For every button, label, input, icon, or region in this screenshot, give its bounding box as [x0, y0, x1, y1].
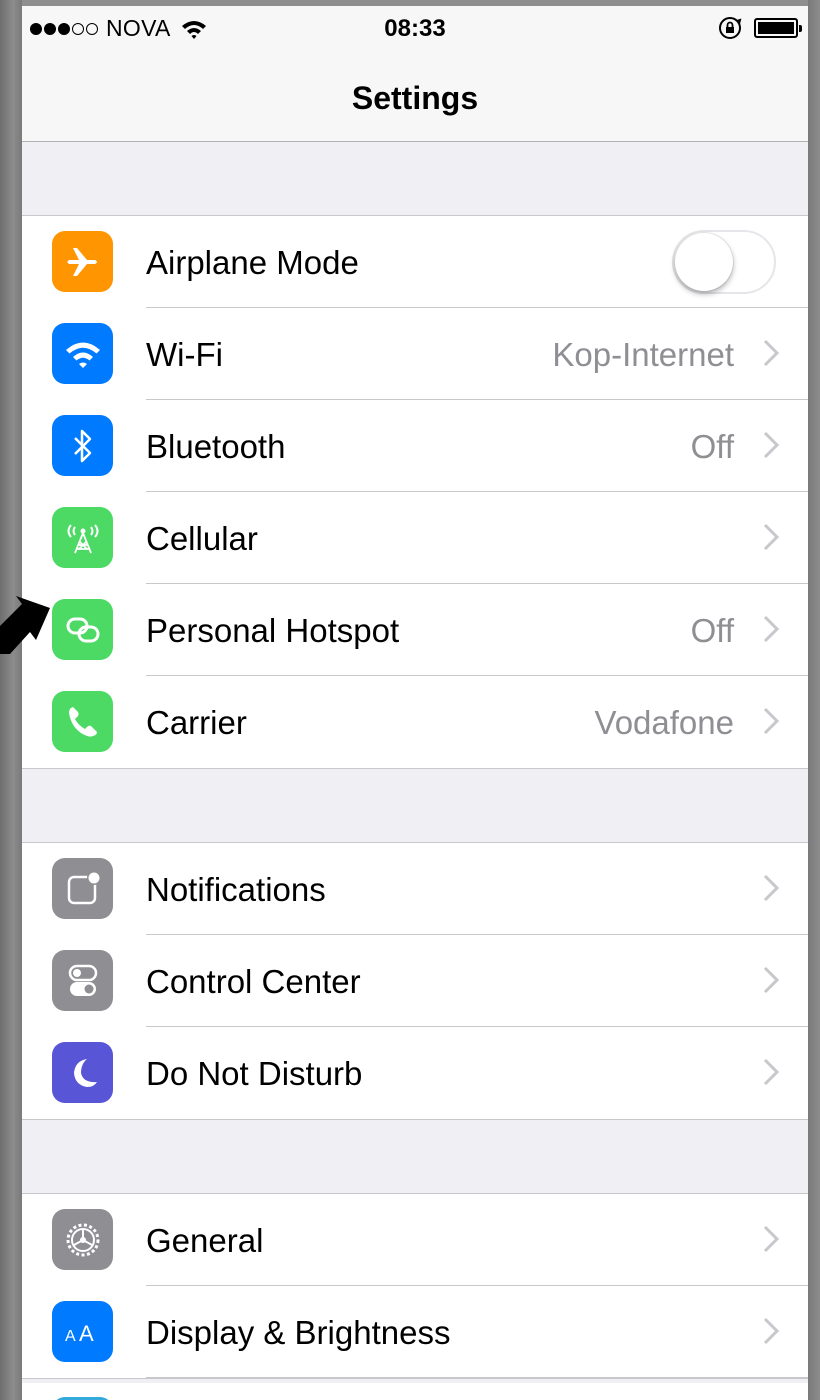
control-center-icon	[52, 950, 113, 1011]
toggle-knob	[675, 233, 733, 291]
settings-row-do-not-disturb[interactable]: Do Not Disturb	[22, 1027, 808, 1119]
chevron-right-icon	[763, 339, 780, 367]
pointer-arrow-icon	[0, 596, 50, 654]
settings-group-general: General A A Display & Brightness	[22, 1193, 808, 1379]
settings-row-label: Airplane Mode	[146, 244, 359, 281]
settings-row-label: Carrier	[146, 704, 247, 741]
settings-row-label: Display & Brightness	[146, 1314, 451, 1351]
chevron-right-icon	[763, 707, 780, 735]
chevron-right-icon	[763, 966, 780, 994]
settings-row-label: Wi-Fi	[146, 336, 223, 373]
settings-row-personal-hotspot[interactable]: Personal Hotspot Off	[22, 584, 808, 676]
phone-icon	[52, 691, 113, 752]
airplane-mode-toggle[interactable]	[672, 230, 776, 294]
settings-row-carrier[interactable]: Carrier Vodafone	[22, 676, 808, 768]
device-frame-left	[0, 0, 22, 1400]
settings-row-display-brightness[interactable]: A A Display & Brightness	[22, 1286, 808, 1378]
settings-row-bluetooth[interactable]: Bluetooth Off	[22, 400, 808, 492]
settings-row-partial[interactable]	[22, 1383, 808, 1400]
settings-row-label: General	[146, 1222, 264, 1259]
display-icon: A A	[52, 1301, 113, 1362]
cellular-icon	[52, 507, 113, 568]
settings-row-label: Cellular	[146, 520, 258, 557]
wifi-icon	[52, 323, 113, 384]
chevron-right-icon	[763, 1317, 780, 1345]
settings-row-label: Bluetooth	[146, 428, 286, 465]
page-title: Settings	[351, 80, 479, 116]
device-frame-right	[808, 0, 820, 1400]
chevron-right-icon	[763, 523, 780, 551]
airplane-icon	[52, 231, 113, 292]
settings-group-connectivity: Airplane Mode Wi-Fi Kop-Internet Bluetoo…	[22, 215, 808, 769]
chevron-right-icon	[763, 431, 780, 459]
gear-icon	[52, 1209, 113, 1270]
status-bar: NOVA 08:33	[22, 6, 808, 50]
navigation-bar: Settings	[22, 50, 808, 142]
carrier-value: Vodafone	[594, 704, 734, 741]
battery-icon	[754, 18, 802, 38]
bluetooth-icon	[52, 415, 113, 476]
settings-row-cellular[interactable]: Cellular	[22, 492, 808, 584]
hotspot-icon	[52, 599, 113, 660]
svg-text:A: A	[65, 1328, 76, 1345]
settings-row-label: Control Center	[146, 963, 361, 1000]
chevron-right-icon	[763, 615, 780, 643]
rotation-lock-icon	[719, 17, 742, 39]
status-bar-right	[718, 16, 802, 40]
settings-row-general[interactable]: General	[22, 1194, 808, 1286]
notifications-icon	[52, 858, 113, 919]
svg-text:A: A	[79, 1321, 94, 1346]
settings-row-label: Personal Hotspot	[146, 612, 400, 649]
settings-row-label: Notifications	[146, 871, 326, 908]
settings-row-airplane-mode[interactable]: Airplane Mode	[22, 216, 808, 308]
status-time: 08:33	[384, 15, 446, 42]
wifi-network-value: Kop-Internet	[552, 336, 734, 373]
chevron-right-icon	[763, 1225, 780, 1253]
moon-icon	[52, 1042, 113, 1103]
settings-row-control-center[interactable]: Control Center	[22, 935, 808, 1027]
chevron-right-icon	[763, 1058, 780, 1086]
settings-row-label: Do Not Disturb	[146, 1055, 363, 1092]
settings-row-wifi[interactable]: Wi-Fi Kop-Internet	[22, 308, 808, 400]
hotspot-status-value: Off	[690, 612, 734, 649]
settings-screen: NOVA 08:33 Settings Airplane Mode Wi-Fi …	[22, 6, 808, 1400]
chevron-right-icon	[763, 874, 780, 902]
settings-group-notifications: Notifications Control Center Do Not Dist…	[22, 842, 808, 1120]
bluetooth-status-value: Off	[690, 428, 734, 465]
settings-row-notifications[interactable]: Notifications	[22, 843, 808, 935]
